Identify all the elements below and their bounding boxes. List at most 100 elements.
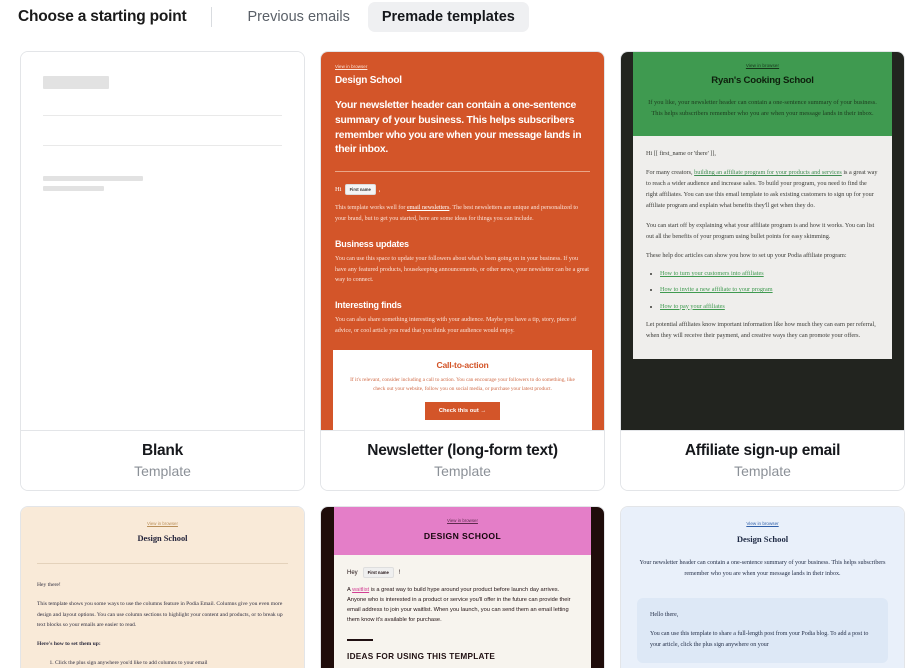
cta-body: If it's relevant, consider including a c… [350, 376, 575, 392]
p1-before-link: For many creators, [646, 168, 695, 176]
email-greeting: Hey First name ! [347, 567, 578, 578]
affiliate-paragraph-4: Let potential affiliates know important … [646, 320, 876, 340]
greeting-punctuation: ! [398, 569, 401, 576]
section-2-title: Interesting finds [335, 300, 402, 311]
template-grid: Blank Template View in browser Design Sc… [0, 34, 918, 491]
template-card-affiliate[interactable]: View in browser Ryan's Cooking School If… [620, 51, 905, 491]
brand-name: Design School [335, 75, 402, 86]
preview-columns: View in browser Design School Hey there!… [21, 507, 304, 668]
view-in-browser-link: View in browser [447, 518, 478, 523]
section-2-body: You can also share something interesting… [335, 317, 577, 335]
card-footer-affiliate: Affiliate sign-up email Template [621, 430, 904, 490]
blank-divider-2 [43, 145, 282, 146]
card-title: Blank [142, 442, 183, 459]
card-subtitle: Template [734, 463, 791, 479]
email-greeting: Hey there! [37, 582, 61, 588]
blogpost-paragraph-1: You can use this template to share a ful… [650, 631, 869, 649]
preview-newsletter: View in browser Design School Your newsl… [321, 52, 604, 430]
waitlist-content: Hey First name ! A waitlist is a great w… [334, 555, 591, 668]
email-summary: Your newsletter header can contain a one… [639, 560, 886, 578]
view-in-browser-link: View in browser [745, 63, 780, 68]
affiliate-paragraph-1: For many creators, building an affiliate… [646, 167, 879, 212]
columns-paragraph-1: This template shows you some ways to use… [37, 601, 283, 629]
blank-preview-content [21, 52, 304, 430]
card-title: Affiliate sign-up email [684, 442, 841, 459]
merge-tag-chip: First name [344, 184, 376, 196]
intro-before-link: This template works well for [335, 205, 407, 212]
brand-name: Design School [736, 534, 789, 544]
help-link-turn-customers[interactable]: How to turn your customers into affiliat… [660, 270, 764, 277]
list-item: How to invite a new affiliate to your pr… [660, 285, 879, 294]
call-to-action-box: Call-to-action If it's relevant, conside… [333, 349, 592, 430]
tab-list: Previous emails Premade templates [234, 2, 529, 32]
view-in-browser-link: View in browser [335, 64, 368, 69]
page-title: Choose a starting point [18, 8, 187, 25]
blank-text-bar-2 [43, 186, 104, 191]
template-card-blank[interactable]: Blank Template [20, 51, 305, 491]
email-intro-paragraph: This template works well for email newsl… [335, 203, 590, 225]
list-item: Click the plus sign anywhere you'd like … [55, 659, 288, 667]
blank-divider-1 [43, 115, 282, 116]
email-divider [335, 171, 590, 173]
waitlist-paragraph-1: A waitlist is a great way to build hype … [347, 586, 578, 626]
tab-previous-emails[interactable]: Previous emails [234, 2, 364, 32]
affiliate-hero: View in browser Ryan's Cooking School If… [633, 52, 892, 136]
cta-button[interactable]: Check this out → [424, 402, 501, 421]
card-subtitle: Template [434, 463, 491, 479]
template-grid-row-2: View in browser Design School Hey there!… [0, 491, 918, 668]
newsletter-email-body: View in browser Design School Your newsl… [321, 52, 604, 430]
email-newsletters-link[interactable]: email newsletters [407, 205, 449, 211]
waitlist-section-title: IDEAS FOR USING THIS TEMPLATE [347, 651, 496, 661]
email-divider [37, 563, 288, 564]
tab-premade-templates[interactable]: Premade templates [367, 2, 529, 32]
card-footer-newsletter: Newsletter (long-form text) Template [321, 430, 604, 490]
greeting-punctuation: , [378, 186, 381, 194]
merge-tag-chip: First name [362, 567, 394, 578]
view-in-browser-link: View in browser [147, 521, 178, 526]
help-link-pay-affiliates[interactable]: How to pay your affiliates [660, 303, 725, 310]
blogpost-content-card: Hello there, You can use this template t… [637, 597, 888, 663]
list-item: How to pay your affiliates [660, 302, 879, 311]
email-headline: Your newsletter header can contain a one… [335, 100, 582, 156]
header-divider [210, 7, 212, 27]
p1-after-link: is a great way to build hype around your… [347, 587, 571, 623]
email-summary: If you like, your newsletter header can … [648, 99, 877, 118]
greeting-text: Hi [335, 186, 342, 194]
greeting-text: Hey [347, 569, 358, 576]
columns-howto-title: Here's how to set them up: [37, 641, 101, 648]
page-header: Choose a starting point Previous emails … [0, 0, 918, 34]
waitlist-email-body: View in browser DESIGN SCHOOL Hey First … [321, 507, 604, 668]
waitlist-link[interactable]: waitlist [352, 587, 369, 593]
affiliate-paragraph-3: These help doc articles can show you how… [646, 251, 847, 259]
columns-steps-list: Click the plus sign anywhere you'd like … [37, 659, 288, 668]
preview-blank [21, 52, 304, 430]
affiliate-program-link[interactable]: building an affiliate program for your p… [694, 169, 842, 176]
list-item: How to turn your customers into affiliat… [660, 269, 879, 278]
preview-affiliate: View in browser Ryan's Cooking School If… [621, 52, 904, 430]
section-1-title: Business updates [335, 238, 409, 249]
template-card-columns[interactable]: View in browser Design School Hey there!… [20, 506, 305, 668]
card-subtitle: Template [134, 463, 191, 479]
affiliate-paragraph-2: You can start off by explaining what you… [646, 221, 875, 240]
brand-name: Ryan's Cooking School [711, 75, 814, 86]
blank-placeholder-block [43, 76, 109, 89]
template-card-newsletter[interactable]: View in browser Design School Your newsl… [320, 51, 605, 491]
waitlist-hero: View in browser DESIGN SCHOOL [334, 507, 591, 555]
card-title: Newsletter (long-form text) [367, 442, 558, 459]
email-greeting: Hi First name , [335, 184, 590, 196]
help-doc-link-list: How to turn your customers into affiliat… [646, 269, 879, 311]
template-card-blogpost[interactable]: View in browser Design School Your newsl… [620, 506, 905, 668]
email-greeting: Hello there, [650, 611, 679, 618]
template-card-waitlist[interactable]: View in browser DESIGN SCHOOL Hey First … [320, 506, 605, 668]
section-1-body: You can use this space to update your fo… [335, 255, 589, 284]
brand-name: Design School [137, 534, 188, 543]
brand-name: DESIGN SCHOOL [423, 531, 502, 541]
affiliate-content: Hi [[ first_name or 'there' ]], For many… [633, 135, 892, 360]
help-link-invite-affiliate[interactable]: How to invite a new affiliate to your pr… [660, 286, 773, 293]
preview-waitlist: View in browser DESIGN SCHOOL Hey First … [321, 507, 604, 668]
card-footer-blank: Blank Template [21, 430, 304, 490]
blank-text-bar-1 [43, 176, 143, 181]
blogpost-email-body: View in browser Design School Your newsl… [621, 507, 904, 668]
email-greeting: Hi [[ first_name or 'there' ]], [646, 149, 716, 157]
cta-title: Call-to-action [436, 359, 489, 370]
